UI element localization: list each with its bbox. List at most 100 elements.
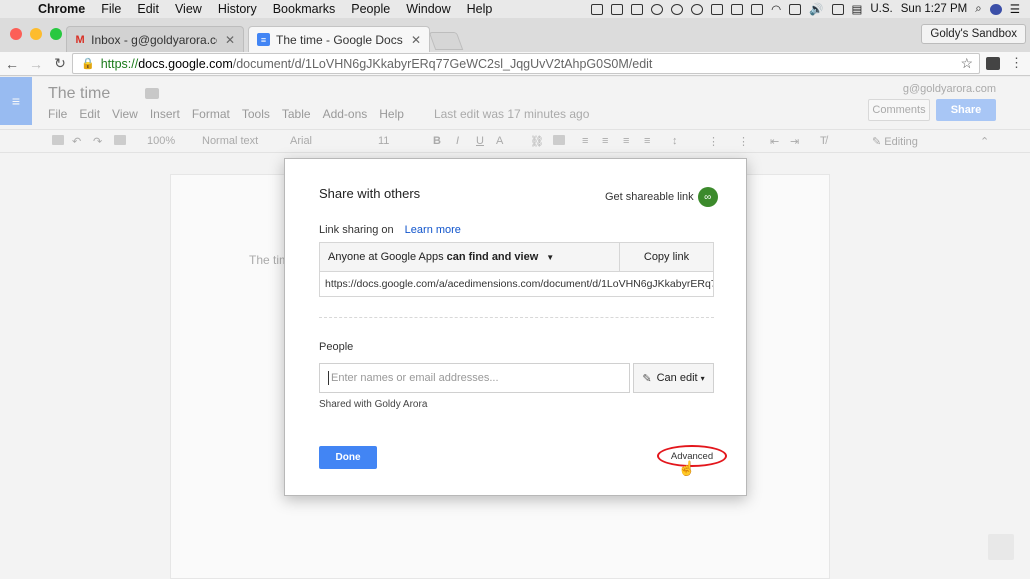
new-tab-button[interactable] — [428, 32, 464, 50]
redo-icon[interactable]: ↷ — [93, 135, 102, 148]
decrease-indent-icon[interactable]: ⇤ — [770, 135, 779, 148]
link-icon[interactable]: ∞ — [697, 187, 718, 207]
get-shareable-link[interactable]: Get shareable link ∞ — [605, 187, 718, 207]
text-cursor — [328, 371, 329, 385]
align-left-icon[interactable]: ≡ — [582, 135, 588, 147]
share-button[interactable]: Share — [936, 99, 996, 121]
input-source[interactable]: U.S. — [870, 3, 892, 15]
justify-icon[interactable]: ≡ — [644, 135, 650, 147]
menu-bookmarks[interactable]: Bookmarks — [265, 2, 344, 16]
spotlight-icon[interactable]: ⌕ — [975, 3, 981, 16]
learn-more-link[interactable]: Learn more — [405, 224, 461, 236]
docs-menu-edit[interactable]: Edit — [79, 107, 100, 121]
comments-button[interactable]: Comments — [868, 99, 930, 121]
paint-format-icon[interactable] — [114, 135, 126, 148]
undo-icon[interactable]: ↶ — [72, 135, 81, 148]
music-icon[interactable] — [651, 3, 664, 15]
airplay-icon[interactable] — [789, 3, 802, 15]
docs-menu-view[interactable]: View — [112, 107, 138, 121]
bold-icon[interactable]: B — [433, 135, 441, 147]
folder-icon[interactable] — [145, 88, 159, 99]
user-email[interactable]: g@goldyarora.com — [903, 83, 996, 95]
docs-menu-table[interactable]: Table — [282, 107, 311, 121]
print-icon[interactable] — [52, 135, 64, 148]
increase-indent-icon[interactable]: ⇥ — [790, 135, 799, 148]
extension-icon[interactable] — [986, 57, 1000, 70]
share-url-field[interactable]: https://docs.google.com/a/acedimensions.… — [319, 272, 714, 297]
bookmark-star-icon[interactable]: ☆ — [960, 55, 973, 72]
font-size-select[interactable]: 11 — [378, 135, 389, 147]
menu-file[interactable]: File — [93, 2, 129, 16]
zoom-window-icon[interactable] — [50, 28, 62, 40]
display-icon[interactable] — [611, 3, 624, 15]
clock[interactable]: Sun 1:27 PM — [901, 3, 967, 15]
font-select[interactable]: Arial — [290, 135, 312, 147]
doc-title[interactable]: The time — [48, 85, 110, 103]
lock-icon[interactable]: 🔒 — [81, 57, 95, 70]
docs-menu-addons[interactable]: Add-ons — [323, 107, 368, 121]
link-sharing-status: Link sharing on Learn more — [319, 224, 461, 236]
style-select[interactable]: Normal text — [202, 135, 258, 147]
menu-help[interactable]: Help — [459, 2, 501, 16]
url-omnibox[interactable]: 🔒 https:// docs.google.com /document/d/1… — [72, 53, 980, 74]
last-edit-status[interactable]: Last edit was 17 minutes ago — [434, 107, 589, 121]
align-right-icon[interactable]: ≡ — [623, 135, 629, 147]
tab-gmail[interactable]: M Inbox - g@goldyarora.com - G ✕ — [66, 26, 244, 52]
docs-menu-file[interactable]: File — [48, 107, 67, 121]
copy-link-button[interactable]: Copy link — [620, 243, 713, 271]
back-icon[interactable]: ← — [0, 56, 24, 72]
tab-docs[interactable]: ≡ The time - Google Docs ✕ — [248, 26, 430, 52]
notification-icon[interactable]: ☰ — [1010, 2, 1020, 16]
circle-icon[interactable] — [691, 3, 704, 15]
camera-icon[interactable] — [631, 3, 644, 15]
menu-app-chrome[interactable]: Chrome — [30, 2, 93, 16]
menu-history[interactable]: History — [210, 2, 265, 16]
access-level-dropdown[interactable]: Anyone at Google Apps can find and view … — [320, 243, 620, 271]
grid-icon[interactable] — [731, 3, 744, 15]
explore-button[interactable] — [988, 534, 1014, 560]
profile-button[interactable]: Goldy's Sandbox — [921, 24, 1026, 44]
italic-icon[interactable]: I — [456, 135, 459, 147]
line-spacing-icon[interactable]: ↕ — [672, 135, 678, 147]
editing-mode[interactable]: ✎ Editing — [872, 135, 918, 148]
filmstrip-icon[interactable] — [591, 3, 604, 15]
people-input[interactable]: Enter names or email addresses... — [319, 363, 630, 393]
docs-menu-help[interactable]: Help — [379, 107, 404, 121]
done-button[interactable]: Done — [319, 446, 377, 469]
copy-icon[interactable] — [751, 3, 764, 15]
tab-title: The time - Google Docs — [276, 32, 403, 47]
forward-icon[interactable]: → — [24, 56, 48, 72]
underline-icon[interactable]: U — [476, 135, 484, 147]
docs-menu-insert[interactable]: Insert — [150, 107, 180, 121]
reload-icon[interactable]: ↻ — [48, 55, 72, 72]
chrome-menu-icon[interactable]: ⋮ — [1010, 55, 1023, 71]
menu-view[interactable]: View — [167, 2, 210, 16]
clear-formatting-icon[interactable]: T̸ — [820, 135, 827, 147]
permission-dropdown[interactable]: ✎ Can edit ▾ — [633, 363, 714, 393]
bulleted-list-icon[interactable]: ⋮ — [738, 135, 749, 148]
siri-icon[interactable] — [989, 3, 1002, 15]
cloud-icon[interactable] — [671, 3, 684, 15]
link-icon[interactable]: ⛓ — [530, 135, 544, 148]
close-icon[interactable]: ✕ — [403, 33, 421, 47]
close-icon[interactable]: ✕ — [217, 33, 235, 47]
close-window-icon[interactable] — [10, 28, 22, 40]
document-text[interactable]: The tim — [249, 253, 289, 267]
wifi-icon[interactable]: ◠ — [771, 2, 781, 16]
collapse-icon[interactable]: ⌃ — [980, 135, 989, 148]
text-color-icon[interactable]: A — [496, 135, 503, 147]
docs-menu-tools[interactable]: Tools — [242, 107, 270, 121]
minimize-window-icon[interactable] — [30, 28, 42, 40]
menu-people[interactable]: People — [343, 2, 398, 16]
battery-icon[interactable] — [831, 3, 844, 15]
volume-icon[interactable]: 🔊 — [809, 2, 823, 16]
comment-icon[interactable] — [553, 135, 565, 148]
docs-home-icon[interactable]: ≡ — [0, 77, 32, 125]
zoom-select[interactable]: 100% — [147, 135, 175, 147]
align-center-icon[interactable]: ≡ — [602, 135, 608, 147]
clock-icon[interactable] — [711, 3, 724, 15]
menu-window[interactable]: Window — [398, 2, 458, 16]
menu-edit[interactable]: Edit — [129, 2, 167, 16]
numbered-list-icon[interactable]: ⋮ — [708, 135, 719, 148]
docs-menu-format[interactable]: Format — [192, 107, 230, 121]
